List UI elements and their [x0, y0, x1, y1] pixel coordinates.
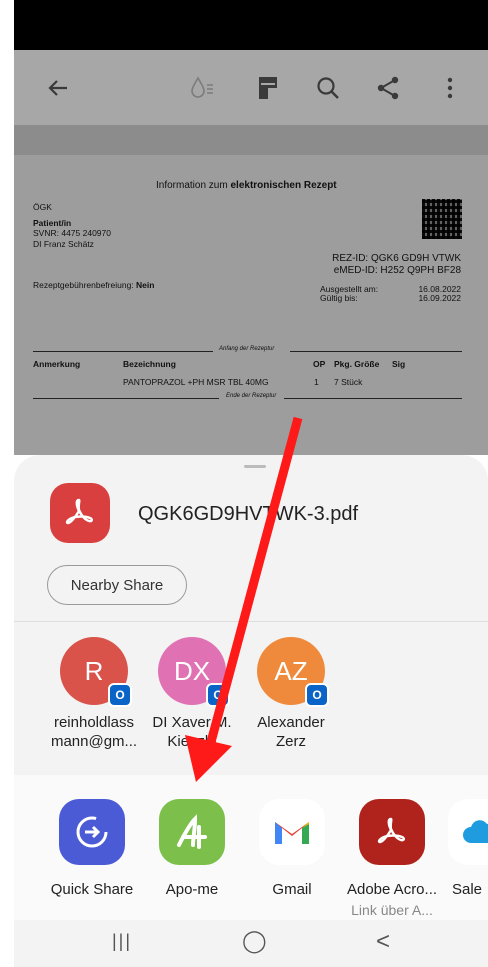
- app-label: Adobe Acro...: [346, 881, 438, 898]
- outlook-badge-icon: O: [108, 683, 132, 707]
- sheet-drag-handle[interactable]: [244, 465, 266, 468]
- fee-exemption: Rezeptgebührenbefreiung: Nein: [33, 280, 154, 290]
- share-icon[interactable]: [372, 72, 404, 104]
- adobe-acrobat-icon: [359, 799, 425, 865]
- app-label: Quick Share: [50, 881, 134, 898]
- back-button[interactable]: <: [376, 928, 390, 956]
- column-header: Bezeichnung: [123, 359, 176, 369]
- divider-line: [290, 351, 462, 352]
- divider-line: [284, 398, 462, 399]
- document-title-bold: elektronischen Rezept: [230, 180, 337, 191]
- app-sublabel: Link über A...: [351, 902, 433, 918]
- app-quick-share[interactable]: Quick Share: [40, 799, 144, 898]
- valid-value: 16.09.2022: [418, 293, 461, 303]
- avatar-initials: R: [84, 655, 104, 686]
- app-salesforce[interactable]: Sale: [440, 799, 488, 898]
- app-gmail[interactable]: Gmail: [240, 799, 344, 898]
- contact-target[interactable]: R O reinholdlass mann@gm...: [44, 637, 144, 751]
- divider-line: [33, 351, 213, 352]
- reading-mode-icon[interactable]: [186, 72, 218, 104]
- divider: [14, 621, 488, 622]
- contact-label: DI Xaver M. Kienzle: [142, 713, 242, 751]
- fee-value: Nein: [136, 280, 155, 290]
- valid-label: Gültig bis:: [320, 293, 358, 303]
- start-marker: Anfang der Rezeptur: [219, 346, 275, 352]
- apo-me-icon: [159, 799, 225, 865]
- column-header: Anmerkung: [33, 359, 81, 369]
- contact-label-line: DI Xaver M.: [152, 714, 232, 731]
- avatar: R O: [60, 637, 132, 707]
- medication-name: PANTOPRAZOL +PH MSR TBL 40MG: [123, 377, 269, 387]
- app-targets-row: Quick Share Apo-me Gmail Adobe Acro... L…: [14, 775, 488, 920]
- avatar-initials: AZ: [274, 655, 308, 686]
- avatar-initials: DX: [173, 655, 211, 686]
- shared-file-name: QGK6GD9HVTWK-3.pdf: [138, 503, 359, 525]
- patient-name: DI Franz Schätz: [33, 239, 94, 249]
- app-apo-me[interactable]: Apo-me: [140, 799, 244, 898]
- more-icon[interactable]: [434, 72, 466, 104]
- prescription-document: Information zum elektronischen Rezept ÖG…: [14, 155, 488, 455]
- status-bar: [14, 0, 488, 50]
- svnr: SVNR: 4475 240970: [33, 228, 111, 238]
- contact-label: reinholdlass mann@gm...: [44, 713, 144, 751]
- emed-id: eMED-ID: H252 Q9PH BF28: [333, 265, 461, 276]
- avatar: DX O: [158, 637, 230, 707]
- medication-pkg: 7 Stück: [334, 377, 363, 387]
- document-title: Information zum elektronischen Rezept: [156, 180, 337, 191]
- end-marker: Ende der Rezeptur: [226, 393, 277, 399]
- contact-target[interactable]: AZ O Alexander Zerz: [241, 637, 341, 751]
- avatar: AZ O: [257, 637, 329, 707]
- app-adobe-acrobat[interactable]: Adobe Acro... Link über A...: [340, 799, 444, 918]
- system-nav-bar: ||| ◯ <: [14, 920, 488, 967]
- contact-label-line: mann@gm...: [50, 733, 138, 750]
- app-label: Sale: [452, 881, 483, 898]
- document-icon[interactable]: [252, 72, 284, 104]
- patient-label: Patient/in: [33, 218, 72, 228]
- column-header: OP: [313, 359, 326, 369]
- qr-code: [422, 199, 462, 239]
- salesforce-icon: [448, 799, 488, 865]
- document-title-prefix: Information zum: [156, 180, 231, 191]
- page-gap: [14, 125, 488, 155]
- contact-target[interactable]: DX O DI Xaver M. Kienzle: [142, 637, 242, 751]
- column-header: Sig: [392, 359, 406, 369]
- medication-op: 1: [314, 377, 319, 387]
- back-icon[interactable]: [42, 72, 74, 104]
- rez-id: REZ-ID: QGK6 GD9H VTWK: [332, 253, 461, 264]
- contact-label-line: Zerz: [276, 733, 306, 750]
- gmail-icon: [259, 799, 325, 865]
- pdf-file-icon: [50, 483, 110, 543]
- contact-label-line: reinholdlass: [53, 714, 135, 731]
- column-header: Pkg. Größe: [334, 359, 380, 369]
- nearby-share-button[interactable]: Nearby Share: [47, 565, 187, 605]
- app-toolbar: [14, 50, 488, 125]
- search-icon[interactable]: [312, 72, 344, 104]
- app-label: Gmail: [272, 881, 312, 898]
- contact-label-line: Alexander: [257, 714, 325, 731]
- contact-label: Alexander Zerz: [241, 713, 341, 751]
- outlook-badge-icon: O: [206, 683, 230, 707]
- contact-label-line: Kienzle: [167, 733, 217, 750]
- home-button[interactable]: ◯: [242, 928, 267, 954]
- quick-share-icon: [59, 799, 125, 865]
- share-sheet: QGK6GD9HVTWK-3.pdf Nearby Share R O rein…: [14, 455, 488, 967]
- outlook-badge-icon: O: [305, 683, 329, 707]
- divider-line: [33, 398, 219, 399]
- org-name: ÖGK: [33, 202, 52, 212]
- recents-button[interactable]: |||: [112, 931, 132, 952]
- app-label: Apo-me: [165, 881, 219, 898]
- fee-label: Rezeptgebührenbefreiung:: [33, 280, 137, 290]
